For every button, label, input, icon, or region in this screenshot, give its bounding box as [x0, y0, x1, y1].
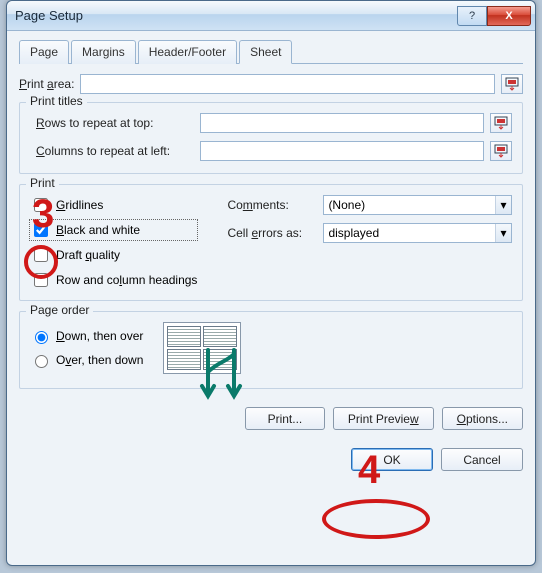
print-area-range-button[interactable] — [501, 74, 523, 94]
cols-repeat-label: Columns to repeat at left: — [36, 144, 194, 158]
page-order-diagram — [163, 322, 241, 374]
checkbox-gridlines-label: Gridlines — [56, 198, 103, 212]
rows-repeat-input[interactable] — [200, 113, 484, 133]
cols-repeat-range-button[interactable] — [490, 141, 512, 161]
page-order-group: Page order Down, then over Over, then do… — [19, 311, 523, 389]
action-buttons: Print... Print Preview Options... — [19, 407, 523, 430]
cols-repeat-input[interactable] — [200, 141, 484, 161]
print-preview-button[interactable]: Print Preview — [333, 407, 434, 430]
diagram-page-icon — [203, 326, 237, 347]
comments-value: (None) — [328, 198, 365, 212]
print-titles-label: Print titles — [26, 94, 87, 108]
errors-value: displayed — [328, 226, 379, 240]
tab-headerfooter[interactable]: Header/Footer — [138, 40, 237, 64]
comments-combo[interactable]: (None) ▾ — [323, 195, 512, 215]
print-area-row: Print area: — [19, 74, 523, 94]
checkbox-rowcol[interactable]: Row and column headings — [30, 270, 197, 290]
comments-label: Comments: — [227, 198, 317, 212]
print-group: Print Gridlines Black and white — [19, 184, 523, 301]
tab-margins[interactable]: Margins — [71, 40, 136, 64]
radio-over-down-input[interactable] — [35, 355, 48, 368]
collapse-dialog-icon — [505, 77, 519, 91]
collapse-dialog-icon — [494, 116, 508, 130]
checkbox-rowcol-input[interactable] — [34, 273, 48, 287]
checkbox-bw-input[interactable] — [34, 223, 48, 237]
print-area-input[interactable] — [80, 74, 495, 94]
ok-button[interactable]: OK — [351, 448, 433, 471]
close-button[interactable]: X — [487, 6, 531, 26]
options-button[interactable]: Options... — [442, 407, 523, 430]
chevron-down-icon: ▾ — [495, 224, 511, 242]
checkbox-rowcol-label: Row and column headings — [56, 273, 197, 287]
radio-over-down[interactable]: Over, then down — [30, 352, 143, 368]
diagram-page-icon — [167, 349, 201, 370]
chevron-down-icon: ▾ — [495, 196, 511, 214]
window-buttons: ? X — [457, 6, 531, 26]
titlebar[interactable]: Page Setup ? X — [7, 1, 535, 31]
errors-label: Cell errors as: — [227, 226, 317, 240]
checkbox-draft-label: Draft quality — [56, 248, 120, 262]
diagram-page-icon — [167, 326, 201, 347]
checkbox-bw[interactable]: Black and white — [30, 220, 197, 240]
checkbox-gridlines[interactable]: Gridlines — [30, 195, 197, 215]
dialog-body: Page Margins Header/Footer Sheet Print a… — [7, 31, 535, 483]
print-titles-group: Print titles Rows to repeat at top: Colu… — [19, 102, 523, 174]
tab-page[interactable]: Page — [19, 40, 69, 64]
tab-bar: Page Margins Header/Footer Sheet — [19, 39, 523, 64]
radio-over-down-label: Over, then down — [56, 353, 143, 367]
radio-down-over-label: Down, then over — [56, 329, 143, 343]
rows-repeat-label: Rows to repeat at top: — [36, 116, 194, 130]
help-button[interactable]: ? — [457, 6, 487, 26]
diagram-page-icon — [203, 349, 237, 370]
cancel-button[interactable]: Cancel — [441, 448, 523, 471]
checkbox-draft[interactable]: Draft quality — [30, 245, 197, 265]
checkbox-bw-label: Black and white — [56, 223, 140, 237]
dialog-window: Page Setup ? X Page Margins Header/Foote… — [6, 0, 536, 566]
checkbox-draft-input[interactable] — [34, 248, 48, 262]
checkbox-gridlines-input[interactable] — [34, 198, 48, 212]
window-title: Page Setup — [15, 8, 457, 23]
print-area-label: Print area: — [19, 77, 74, 91]
errors-combo[interactable]: displayed ▾ — [323, 223, 512, 243]
ok-cancel-row: OK Cancel — [19, 448, 523, 471]
tab-sheet[interactable]: Sheet — [239, 40, 292, 64]
radio-down-over[interactable]: Down, then over — [30, 328, 143, 344]
page-order-label: Page order — [26, 303, 93, 317]
rows-repeat-range-button[interactable] — [490, 113, 512, 133]
print-group-label: Print — [26, 176, 59, 190]
radio-down-over-input[interactable] — [35, 331, 48, 344]
collapse-dialog-icon — [494, 144, 508, 158]
print-button[interactable]: Print... — [245, 407, 325, 430]
